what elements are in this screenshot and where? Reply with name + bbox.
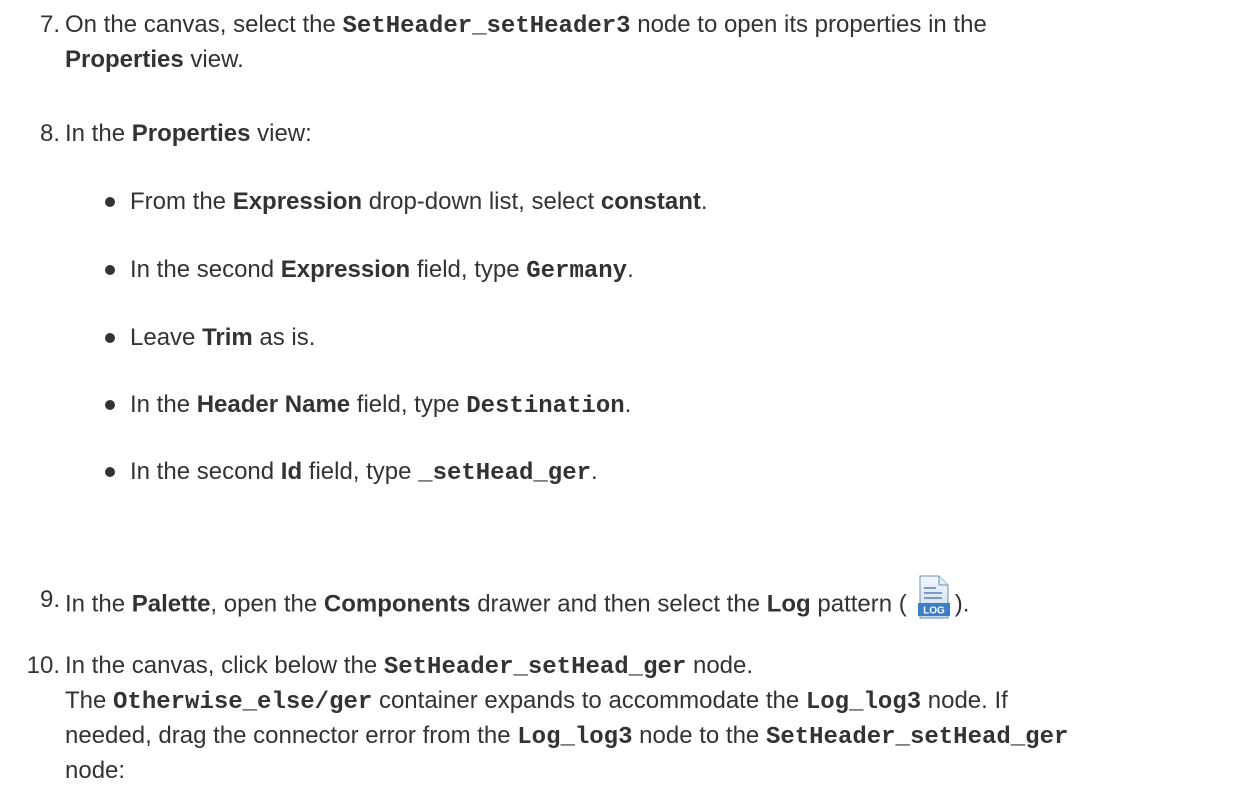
bullet-dot (105, 265, 115, 275)
step-number: 7. (39, 11, 60, 38)
step-text: On the canvas, select the SetHeader_setH… (65, 8, 1235, 76)
bullet-dot (105, 400, 115, 410)
bullet-text: Leave Trim as is. (130, 324, 316, 351)
text: On the canvas, select the (65, 11, 343, 38)
text: In the (65, 120, 132, 147)
bullet-text: In the second Id field, type _setHead_ge… (130, 458, 598, 487)
bullet-dot (105, 333, 115, 343)
step-text: In the Properties view: (65, 117, 1235, 150)
svg-text:LOG: LOG (923, 606, 945, 617)
bullet-text: In the Header Name field, type Destinati… (130, 391, 632, 420)
step-number: 9. (39, 586, 60, 613)
text: view. (183, 46, 244, 73)
bullet-text: From the Expression drop-down list, sele… (130, 188, 708, 215)
step-number: 8. (39, 120, 60, 147)
node-name: SetHeader_setHeader3 (342, 13, 631, 40)
text: node to open its properties in the (630, 11, 987, 38)
log-pattern-icon: LOG (917, 575, 951, 619)
text: view: (250, 120, 312, 147)
ui-term: Properties (131, 120, 251, 147)
step-text: In the canvas, click below the SetHeader… (65, 652, 1069, 784)
ui-term: Properties (65, 46, 184, 73)
step-text: In the Palette, open the Components draw… (65, 575, 1235, 627)
bullet-dot (105, 467, 115, 477)
bullet-text: In the second Expression field, type Ger… (130, 256, 634, 285)
bullet-dot (105, 197, 115, 207)
step-number: 10. (26, 652, 60, 679)
